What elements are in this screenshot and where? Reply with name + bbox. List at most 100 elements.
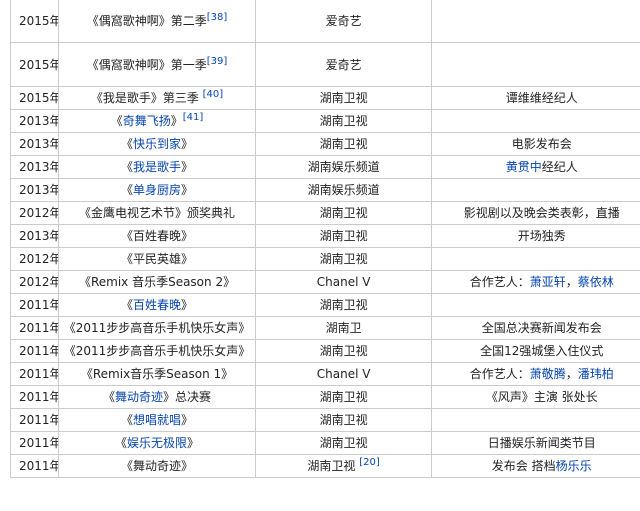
cell-text: Chanel V	[316, 275, 371, 289]
wiki-link[interactable]: 潘玮柏	[578, 367, 614, 381]
citation-link[interactable]: [41]	[183, 112, 204, 123]
wiki-link[interactable]: 奇舞飞扬	[123, 114, 171, 128]
wiki-link[interactable]: 娱乐无极限	[127, 436, 187, 450]
table-row: 2015年 《偶窩歌神啊》第一季[39] 爱奇艺	[9, 42, 640, 87]
cell-text: 湖南卫视	[319, 390, 368, 404]
program-cell: 《平民英雄》	[58, 247, 256, 271]
year-cell: 2011年	[9, 385, 60, 409]
channel-cell: 湖南卫视	[254, 339, 433, 363]
cell-text: ，	[565, 275, 578, 289]
table-row: 2011年 《2011步步高音乐手机快乐女声》 湖南卫视 全国12强城堡入住仪式	[9, 339, 640, 363]
note-cell: 全国12强城堡入住仪式	[431, 339, 640, 363]
table-row: 2011年 《舞动奇迹》总决赛 湖南卫视 《风声》主演 张处长	[9, 385, 640, 409]
table-row: 2013年 《奇舞飞扬》[41] 湖南卫视	[9, 109, 640, 133]
table-row: 2011年 《想唱就唱》 湖南卫视	[9, 408, 640, 432]
cell-text: 》	[187, 436, 200, 450]
table-row: 2015年 《偶窩歌神啊》第二季[38] 爱奇艺	[9, 0, 640, 43]
citation-link[interactable]: [20]	[359, 457, 380, 468]
year-cell: 2011年	[9, 362, 60, 386]
cell-text: 全国12强城堡入住仪式	[480, 344, 604, 358]
channel-cell: 湖南卫视	[254, 431, 433, 455]
cell-text: 湖南卫视	[319, 252, 368, 266]
year-cell: 2012年	[9, 270, 60, 294]
cell-text: 湖南卫	[325, 321, 362, 335]
cell-text: 湖南娱乐频道	[307, 160, 380, 174]
note-cell	[431, 42, 640, 87]
program-cell: 《Remix音乐季Season 1》	[58, 362, 256, 386]
channel-cell: 湖南卫视	[254, 132, 433, 156]
channel-cell: 湖南卫视 [20]	[254, 454, 433, 478]
year-cell: 2011年	[9, 293, 60, 317]
cell-text: 湖南卫视	[319, 114, 368, 128]
cell-text: 》	[181, 298, 194, 312]
cell-text: 《	[102, 390, 115, 404]
note-cell	[431, 178, 640, 202]
channel-cell: 湖南卫视	[254, 385, 433, 409]
wiki-link[interactable]: 我是歌手	[133, 160, 181, 174]
cell-text: 《	[120, 413, 133, 427]
cell-text: 合作艺人：	[469, 367, 530, 381]
channel-cell: 爱奇艺	[254, 42, 433, 87]
cell-text: 》	[181, 183, 194, 197]
table-body: 2015年 《偶窩歌神啊》第二季[38] 爱奇艺 2015年 《偶窩歌神啊》第一季[39…	[9, 0, 640, 478]
cell-text: 》	[181, 137, 194, 151]
note-cell: 发布会 搭档杨乐乐	[431, 454, 640, 478]
table-row: 2012年 《Remix 音乐季Season 2》 Chanel V 合作艺人：萧亚轩…	[9, 270, 640, 294]
cell-text: 湖南卫视	[319, 229, 368, 243]
cell-text: 全国总决赛新闻发布会	[481, 321, 602, 335]
cell-text: 《2011步步高音乐手机快乐女声》	[63, 344, 251, 358]
table-row: 2013年 《单身厨房》 湖南娱乐频道	[9, 178, 640, 202]
note-cell	[431, 293, 640, 317]
wiki-link[interactable]: 萧敬腾	[530, 367, 566, 381]
cell-text: 》	[181, 413, 194, 427]
program-cell: 《舞动奇迹》总决赛	[58, 385, 256, 409]
cell-text: 合作艺人：	[469, 275, 530, 289]
cell-text: 《Remix音乐季Season 1》	[80, 367, 234, 381]
cell-text: 湖南娱乐频道	[307, 183, 380, 197]
table-row: 2011年 《2011步步高音乐手机快乐女声》 湖南卫 全国总决赛新闻发布会	[9, 316, 640, 340]
wiki-link[interactable]: 杨乐乐	[556, 459, 592, 473]
cell-text: 爱奇艺	[325, 57, 362, 72]
note-cell: 合作艺人：萧敬腾，潘玮柏	[431, 362, 640, 386]
wiki-link[interactable]: 百姓春晚	[133, 298, 181, 312]
wiki-link[interactable]: 蔡依林	[578, 275, 614, 289]
wiki-link[interactable]: 想唱就唱	[133, 413, 181, 427]
cell-text: 《	[120, 183, 133, 197]
cell-text: 《我是歌手》第三季	[90, 91, 203, 105]
cell-text: 》	[170, 114, 183, 128]
channel-cell: 湖南娱乐频道	[254, 155, 433, 179]
cell-text: 《舞动奇迹》	[121, 459, 194, 473]
program-cell: 《单身厨房》	[58, 178, 256, 202]
citation-link[interactable]: [38]	[207, 12, 228, 23]
citation-link[interactable]: [40]	[203, 89, 224, 100]
table-row: 2013年 《我是歌手》 湖南娱乐频道 黄贯中经纪人	[9, 155, 640, 179]
wiki-link[interactable]: 舞动奇迹	[115, 390, 163, 404]
program-cell: 《奇舞飞扬》[41]	[58, 109, 256, 133]
cell-text: 《风声》主演 张处长	[485, 390, 598, 404]
cell-text: 谭维维经纪人	[505, 91, 578, 105]
channel-cell: 湖南卫视	[254, 109, 433, 133]
cell-text: 《偶窩歌神啊》第二季	[86, 13, 207, 28]
program-cell: 《偶窩歌神啊》第一季[39]	[58, 42, 256, 87]
channel-cell: 湖南卫视	[254, 224, 433, 248]
cell-text: Chanel V	[316, 367, 371, 381]
note-cell: 《风声》主演 张处长	[431, 385, 640, 409]
channel-cell: Chanel V	[254, 270, 433, 294]
year-cell: 2015年	[9, 86, 60, 110]
note-cell: 全国总决赛新闻发布会	[431, 316, 640, 340]
channel-cell: Chanel V	[254, 362, 433, 386]
wiki-link[interactable]: 快乐到家	[133, 137, 181, 151]
year-cell: 2013年	[9, 224, 60, 248]
cell-text: 》总决赛	[163, 390, 212, 404]
channel-cell: 湖南卫视	[254, 247, 433, 271]
cell-text: 《	[110, 114, 123, 128]
program-cell: 《快乐到家》	[58, 132, 256, 156]
citation-link[interactable]: [39]	[207, 56, 228, 67]
wiki-link[interactable]: 萧亚轩	[530, 275, 566, 289]
note-cell: 黄贯中经纪人	[431, 155, 640, 179]
cell-text: 》	[181, 160, 194, 174]
wiki-link[interactable]: 黄贯中	[506, 160, 542, 174]
appearances-table: 2015年 《偶窩歌神啊》第二季[38] 爱奇艺 2015年 《偶窩歌神啊》第一季[39…	[9, 0, 640, 478]
cell-text: 湖南卫视	[319, 206, 368, 220]
wiki-link[interactable]: 单身厨房	[133, 183, 181, 197]
